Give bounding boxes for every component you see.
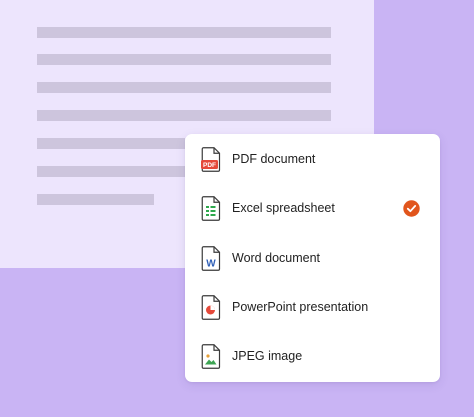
menu-item-label: PDF document <box>232 152 316 166</box>
menu-item-excel-spreadsheet[interactable]: Excel spreadsheet <box>185 184 440 232</box>
pdf-file-icon: PDF <box>201 147 221 172</box>
pdf-badge-text: PDF <box>203 162 216 169</box>
word-file-icon: W <box>201 246 221 271</box>
menu-item-pdf-document[interactable]: PDF PDF document <box>185 135 440 183</box>
menu-item-label: Excel spreadsheet <box>232 201 335 215</box>
menu-item-powerpoint-presentation[interactable]: PowerPoint presentation <box>185 283 440 331</box>
menu-item-label: PowerPoint presentation <box>232 300 369 314</box>
text-placeholder-line <box>37 110 331 121</box>
text-placeholder-line <box>37 138 185 149</box>
text-placeholder-line <box>37 166 185 177</box>
menu-item-word-document[interactable]: W Word document <box>185 234 440 282</box>
file-type-menu: PDF PDF document Excel spreadsheet W Wor… <box>185 134 440 382</box>
text-placeholder-line <box>37 82 331 93</box>
menu-item-label: JPEG image <box>232 349 303 363</box>
image-file-icon <box>201 344 221 369</box>
checkmark-icon <box>403 200 420 217</box>
menu-item-label: Word document <box>232 251 321 265</box>
word-badge-text: W <box>206 259 216 270</box>
text-placeholder-line <box>37 54 331 65</box>
text-placeholder-line <box>37 194 154 205</box>
menu-item-jpeg-image[interactable]: JPEG image <box>185 332 440 380</box>
powerpoint-file-icon <box>201 295 221 320</box>
text-placeholder-line <box>37 27 331 38</box>
excel-file-icon <box>201 196 221 221</box>
